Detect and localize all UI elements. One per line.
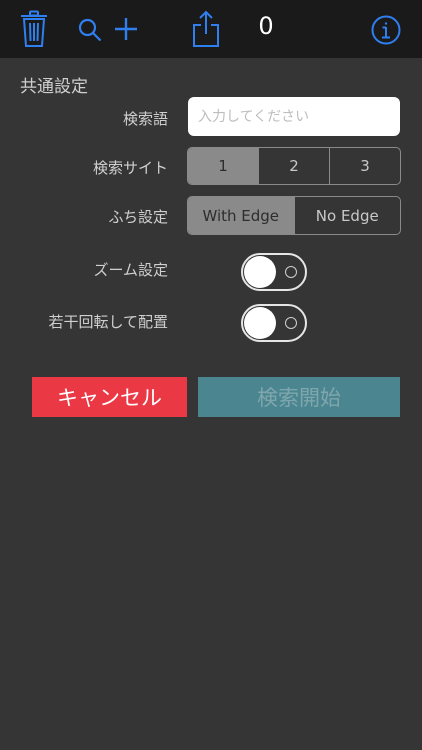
top-toolbar: 0 [0,0,422,58]
search-term-input[interactable] [188,97,400,136]
zoom-toggle[interactable] [241,253,307,291]
search-site-option-3[interactable]: 3 [329,148,400,184]
trash-icon[interactable] [20,10,48,48]
edge-option-no-edge[interactable]: No Edge [293,197,401,234]
section-title: 共通設定 [20,77,88,97]
off-indicator-icon [285,266,297,278]
search-term-label: 検索語 [122,110,168,128]
edge-setting-label: ふち設定 [108,208,168,226]
start-search-button[interactable]: 検索開始 [198,377,400,417]
plus-icon[interactable] [114,17,138,41]
search-site-option-2[interactable]: 2 [258,148,329,184]
rotate-setting-label: 若干回転して配置 [48,313,168,331]
search-site-label: 検索サイト [92,159,168,177]
edge-option-with-edge[interactable]: With Edge [188,197,294,234]
toggle-knob [244,307,276,339]
toggle-knob [244,256,276,288]
search-site-segmented: 1 2 3 [187,147,401,185]
share-icon[interactable] [192,10,220,48]
cancel-button[interactable]: キャンセル [32,377,187,417]
edge-setting-segmented: With Edge No Edge [187,196,401,235]
rotate-toggle[interactable] [241,304,307,342]
search-icon[interactable] [78,18,102,42]
off-indicator-icon [285,317,297,329]
item-count: 0 [258,12,274,40]
zoom-setting-label: ズーム設定 [93,261,168,279]
search-site-option-1[interactable]: 1 [188,148,258,184]
info-icon[interactable] [371,15,401,45]
